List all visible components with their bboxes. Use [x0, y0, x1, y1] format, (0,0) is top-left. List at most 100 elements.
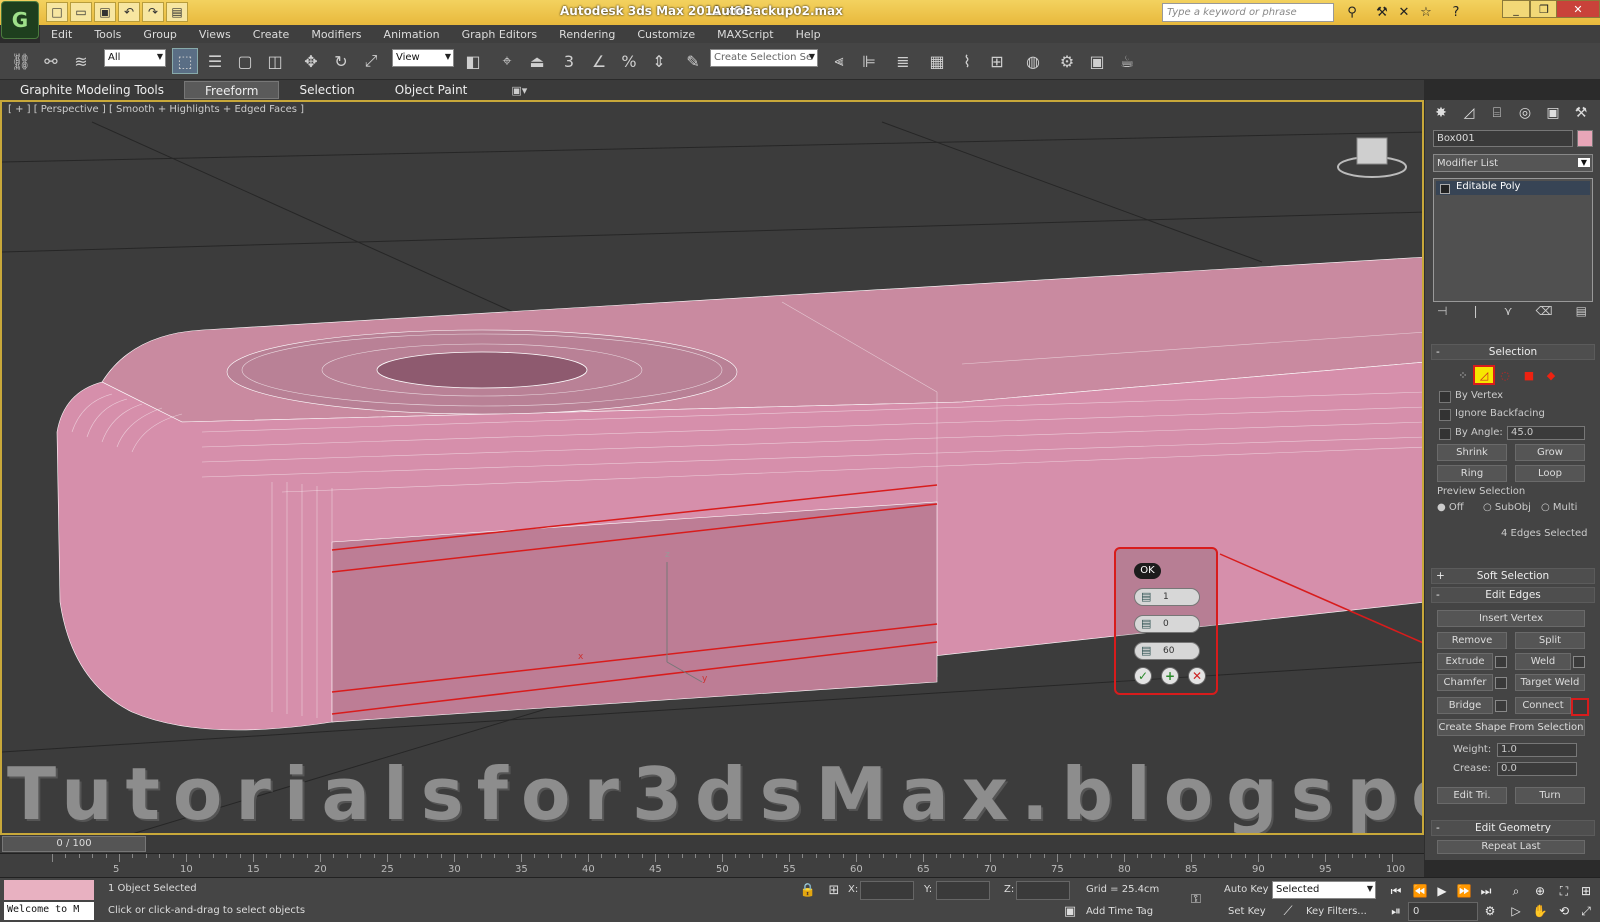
menu-maxscript[interactable]: MAXScript — [706, 28, 784, 41]
x-coordinate-field[interactable] — [860, 881, 914, 900]
slide-spinner[interactable]: 60 — [1134, 642, 1200, 660]
perspective-viewport[interactable]: [ + ] [ Perspective ] [ Smooth + Highlig… — [0, 100, 1424, 835]
align-icon[interactable]: ⊫ — [856, 48, 882, 74]
selection-lock-icon[interactable]: 🔒 — [798, 881, 818, 900]
edit-edges-rollout-header[interactable]: - Edit Edges — [1431, 587, 1595, 603]
current-frame-field[interactable]: 0 — [1408, 902, 1478, 921]
tab-selection[interactable]: Selection — [279, 81, 374, 99]
help-icon[interactable]: ? — [1446, 3, 1466, 22]
named-selection-set-dropdown[interactable]: Create Selection Se — [710, 49, 818, 67]
pinch-spinner[interactable]: 0 — [1134, 615, 1200, 633]
maxscript-listener[interactable]: Welcome to M — [4, 902, 94, 920]
weld-settings-icon[interactable] — [1573, 656, 1585, 668]
graphite-toggle-icon[interactable]: ▦ — [924, 48, 950, 74]
object-color-swatch[interactable] — [1577, 130, 1593, 147]
rotate-icon[interactable]: ↻ — [328, 48, 354, 74]
viewport-label[interactable]: [ + ] [ Perspective ] [ Smooth + Highlig… — [8, 104, 304, 115]
remove-button[interactable]: Remove — [1437, 632, 1507, 649]
schematic-view-icon[interactable]: ⊞ — [984, 48, 1010, 74]
make-unique-icon[interactable]: ⋎ — [1504, 304, 1513, 322]
project-folder-icon[interactable]: ▤ — [166, 2, 188, 22]
soft-selection-rollout-header[interactable]: + Soft Selection — [1431, 568, 1595, 584]
search-input[interactable]: Type a keyword or phrase — [1162, 3, 1334, 22]
repeat-last-button[interactable]: Repeat Last — [1437, 840, 1585, 854]
bridge-button[interactable]: Bridge — [1437, 697, 1493, 714]
ring-button[interactable]: Ring — [1437, 465, 1507, 482]
tab-object-paint[interactable]: Object Paint — [375, 81, 488, 99]
select-by-name-icon[interactable]: ☰ — [202, 48, 228, 74]
keyboard-shortcut-icon[interactable]: ⏏ — [524, 48, 550, 74]
unlink-icon[interactable]: ⚯ — [38, 48, 64, 74]
connect-settings-icon[interactable] — [1571, 698, 1589, 716]
snaps-toggle-icon[interactable]: 3 — [556, 48, 582, 74]
go-to-end-icon[interactable]: ⏭ — [1476, 882, 1496, 900]
shrink-button[interactable]: Shrink — [1437, 444, 1507, 461]
angle-spinner[interactable]: 45.0 — [1507, 426, 1585, 440]
communication-icon[interactable]: ✕ — [1394, 3, 1414, 22]
close-button[interactable]: ✕ — [1556, 0, 1600, 18]
grow-button[interactable]: Grow — [1515, 444, 1585, 461]
select-and-link-icon[interactable]: ⛓ — [8, 48, 34, 74]
redo-icon[interactable]: ↷ — [142, 2, 164, 22]
render-setup-icon[interactable]: ⚙ — [1054, 48, 1080, 74]
border-level-icon[interactable]: ◌ — [1497, 368, 1513, 382]
key-filters-button[interactable]: Key Filters... — [1306, 906, 1367, 917]
edge-level-icon[interactable]: ◿ — [1473, 365, 1495, 385]
split-button[interactable]: Split — [1515, 632, 1585, 649]
menu-animation[interactable]: Animation — [373, 28, 451, 41]
app-logo-icon[interactable]: G — [1, 1, 39, 39]
move-icon[interactable]: ✥ — [298, 48, 324, 74]
modify-tab-icon[interactable]: ◿ — [1457, 102, 1481, 124]
y-coordinate-field[interactable] — [936, 881, 990, 900]
edit-tri-button[interactable]: Edit Tri. — [1437, 787, 1507, 804]
maxscript-mini-listener-pink[interactable] — [4, 880, 94, 900]
play-icon[interactable]: ▶ — [1432, 882, 1452, 900]
reference-coordinate-dropdown[interactable]: View — [392, 49, 454, 67]
next-frame-icon[interactable]: ⏩ — [1454, 882, 1474, 900]
weld-button[interactable]: Weld — [1515, 653, 1571, 670]
create-shape-button[interactable]: Create Shape From Selection — [1437, 719, 1585, 736]
binoculars-icon[interactable]: ⚲ — [1342, 3, 1362, 22]
curve-editor-icon[interactable]: ⌇ — [954, 48, 980, 74]
element-level-icon[interactable]: ◆ — [1543, 368, 1559, 382]
track-bar[interactable]: 5 10 15 20 25 30 35 40 45 50 55 60 65 70 75 80 85 90 95 100 — [0, 853, 1424, 877]
zoom-all-icon[interactable]: ⊕ — [1530, 882, 1550, 900]
extrude-button[interactable]: Extrude — [1437, 653, 1493, 670]
rendered-frame-icon[interactable]: ▣ — [1084, 48, 1110, 74]
caddy-ok-button[interactable]: OK — [1134, 563, 1161, 579]
remove-modifier-icon[interactable]: ⌫ — [1536, 304, 1553, 322]
selection-rollout-header[interactable]: - Selection — [1431, 344, 1595, 360]
minimize-button[interactable]: _ — [1502, 0, 1530, 18]
caddy-ok-check-icon[interactable]: ✓ — [1134, 667, 1152, 685]
rectangular-selection-icon[interactable]: ▢ — [232, 48, 258, 74]
turn-button[interactable]: Turn — [1515, 787, 1585, 804]
new-file-icon[interactable]: □ — [46, 2, 68, 22]
maximize-viewport-icon[interactable]: ⤢ — [1576, 902, 1596, 920]
weight-spinner[interactable]: 1.0 — [1497, 743, 1577, 757]
modifier-list-dropdown[interactable]: Modifier List — [1433, 154, 1593, 172]
menu-group[interactable]: Group — [132, 28, 188, 41]
edit-geometry-rollout-header[interactable]: - Edit Geometry — [1431, 820, 1595, 836]
subscription-icon[interactable]: ⚒ — [1372, 3, 1392, 22]
vertex-level-icon[interactable]: ⁘ — [1455, 368, 1471, 382]
tab-freeform[interactable]: Freeform — [184, 81, 280, 99]
set-key-button[interactable]: Set Key — [1228, 906, 1266, 917]
menu-customize[interactable]: Customize — [626, 28, 706, 41]
selection-filter-dropdown[interactable]: All — [104, 49, 166, 67]
undo-icon[interactable]: ↶ — [118, 2, 140, 22]
auto-key-button[interactable]: Auto Key — [1224, 884, 1269, 895]
polygon-level-icon[interactable]: ■ — [1521, 368, 1537, 382]
set-key-icon[interactable]: ⚿ — [1186, 890, 1206, 909]
restore-button[interactable]: ❐ — [1530, 0, 1558, 18]
loop-button[interactable]: Loop — [1515, 465, 1585, 482]
render-production-icon[interactable]: ☕ — [1114, 48, 1140, 74]
connect-button[interactable]: Connect — [1515, 697, 1571, 714]
bridge-settings-icon[interactable] — [1495, 700, 1507, 712]
edit-named-selection-icon[interactable]: ✎ — [680, 48, 706, 74]
field-of-view-icon[interactable]: ▷ — [1506, 902, 1526, 920]
menu-graph-editors[interactable]: Graph Editors — [451, 28, 549, 41]
menu-edit[interactable]: Edit — [40, 28, 83, 41]
ribbon-options-icon[interactable]: ▣▾ — [511, 84, 527, 97]
create-tab-icon[interactable]: ✸ — [1429, 102, 1453, 124]
extrude-settings-icon[interactable] — [1495, 656, 1507, 668]
